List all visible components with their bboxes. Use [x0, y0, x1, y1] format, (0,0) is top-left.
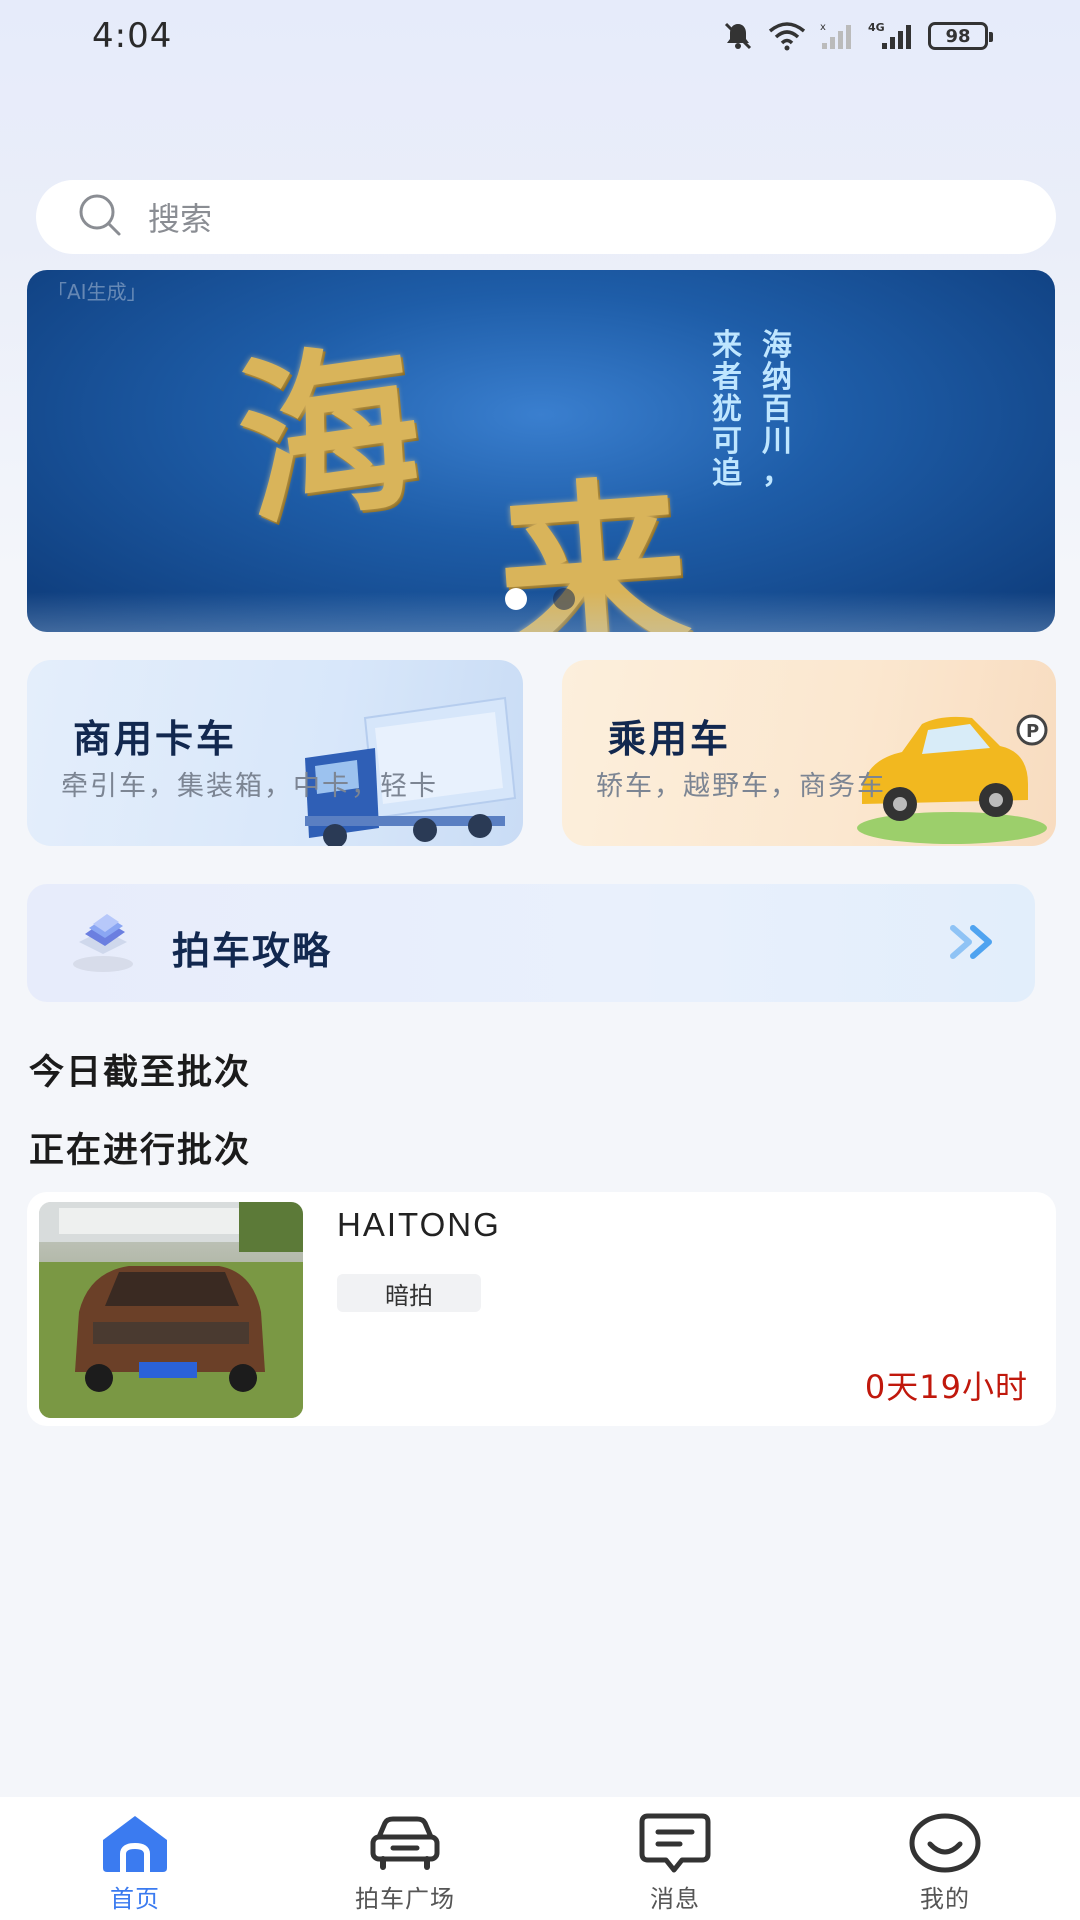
category-passenger-car[interactable]: P 乘用车 轿车，越野车，商务车 — [562, 660, 1056, 846]
category-commercial-truck[interactable]: 商用卡车 牵引车，集装箱，中卡，轻卡 — [27, 660, 523, 846]
banner-headline-char-1: 海 — [225, 319, 434, 554]
countdown-remaining: 0天19小时 — [864, 1368, 1028, 1406]
guide-cards-icon — [69, 912, 137, 978]
search-icon — [76, 191, 124, 243]
svg-text:P: P — [1026, 721, 1039, 742]
signal-sim1-icon: x — [820, 21, 854, 51]
nav-label: 拍车广场 — [355, 1885, 455, 1913]
nav-item-home[interactable]: 首页 — [35, 1797, 235, 1920]
nav-label: 消息 — [650, 1885, 700, 1913]
mute-bell-icon — [722, 20, 754, 52]
status-time: 4:04 — [92, 16, 173, 56]
category-title: 商用卡车 — [73, 717, 238, 761]
svg-text:4G: 4G — [868, 21, 885, 34]
wifi-icon — [768, 21, 806, 51]
svg-text:x: x — [820, 22, 826, 33]
guide-label: 拍车攻略 — [172, 929, 333, 973]
banner-dot-active[interactable] — [505, 588, 527, 610]
bottom-navigation: 首页 拍车广场 消息 我的 — [0, 1797, 1080, 1920]
nav-item-car-plaza[interactable]: 拍车广场 — [305, 1797, 505, 1920]
category-subtitle: 轿车，越野车，商务车 — [596, 771, 886, 802]
nav-label: 首页 — [110, 1885, 160, 1913]
category-subtitle: 牵引车，集装箱，中卡，轻卡 — [61, 771, 438, 802]
status-icons: x 4G 98 — [722, 18, 993, 54]
status-bar: 4:04 x 4G 98 — [0, 0, 1080, 72]
vehicle-thumbnail — [39, 1202, 303, 1418]
double-chevron-right-icon — [947, 922, 1003, 966]
car-icon — [367, 1811, 443, 1875]
batch-name: HAITONG — [337, 1206, 501, 1243]
auction-type-badge: 暗拍 — [337, 1274, 481, 1312]
banner-pagination — [505, 588, 575, 610]
banner-vertical-text-1: 海纳百川， — [762, 328, 792, 491]
home-icon — [97, 1811, 173, 1875]
message-icon — [638, 1811, 712, 1875]
smile-icon — [908, 1811, 982, 1875]
batch-card[interactable]: HAITONG 暗拍 0天19小时 — [27, 1192, 1056, 1426]
search-bar[interactable]: 搜索 — [36, 180, 1056, 254]
nav-label: 我的 — [920, 1885, 970, 1913]
nav-item-messages[interactable]: 消息 — [575, 1797, 775, 1920]
section-title-today-closing: 今日截至批次 — [29, 1053, 252, 1093]
signal-4g-icon: 4G — [868, 21, 914, 51]
banner-vertical-text-2: 来者犹可追 — [712, 328, 742, 491]
banner-watermark: 「AI生成」 — [47, 280, 147, 304]
search-placeholder: 搜索 — [148, 200, 213, 238]
banner-dot[interactable] — [553, 588, 575, 610]
category-title: 乘用车 — [608, 717, 732, 761]
auction-guide-banner[interactable]: 拍车攻略 — [27, 884, 1035, 1002]
nav-item-profile[interactable]: 我的 — [845, 1797, 1045, 1920]
section-title-in-progress: 正在进行批次 — [29, 1131, 252, 1171]
promo-banner[interactable]: 「AI生成」 海 来 海纳百川， 来者犹可追 — [27, 270, 1055, 632]
battery-indicator: 98 — [928, 22, 993, 50]
